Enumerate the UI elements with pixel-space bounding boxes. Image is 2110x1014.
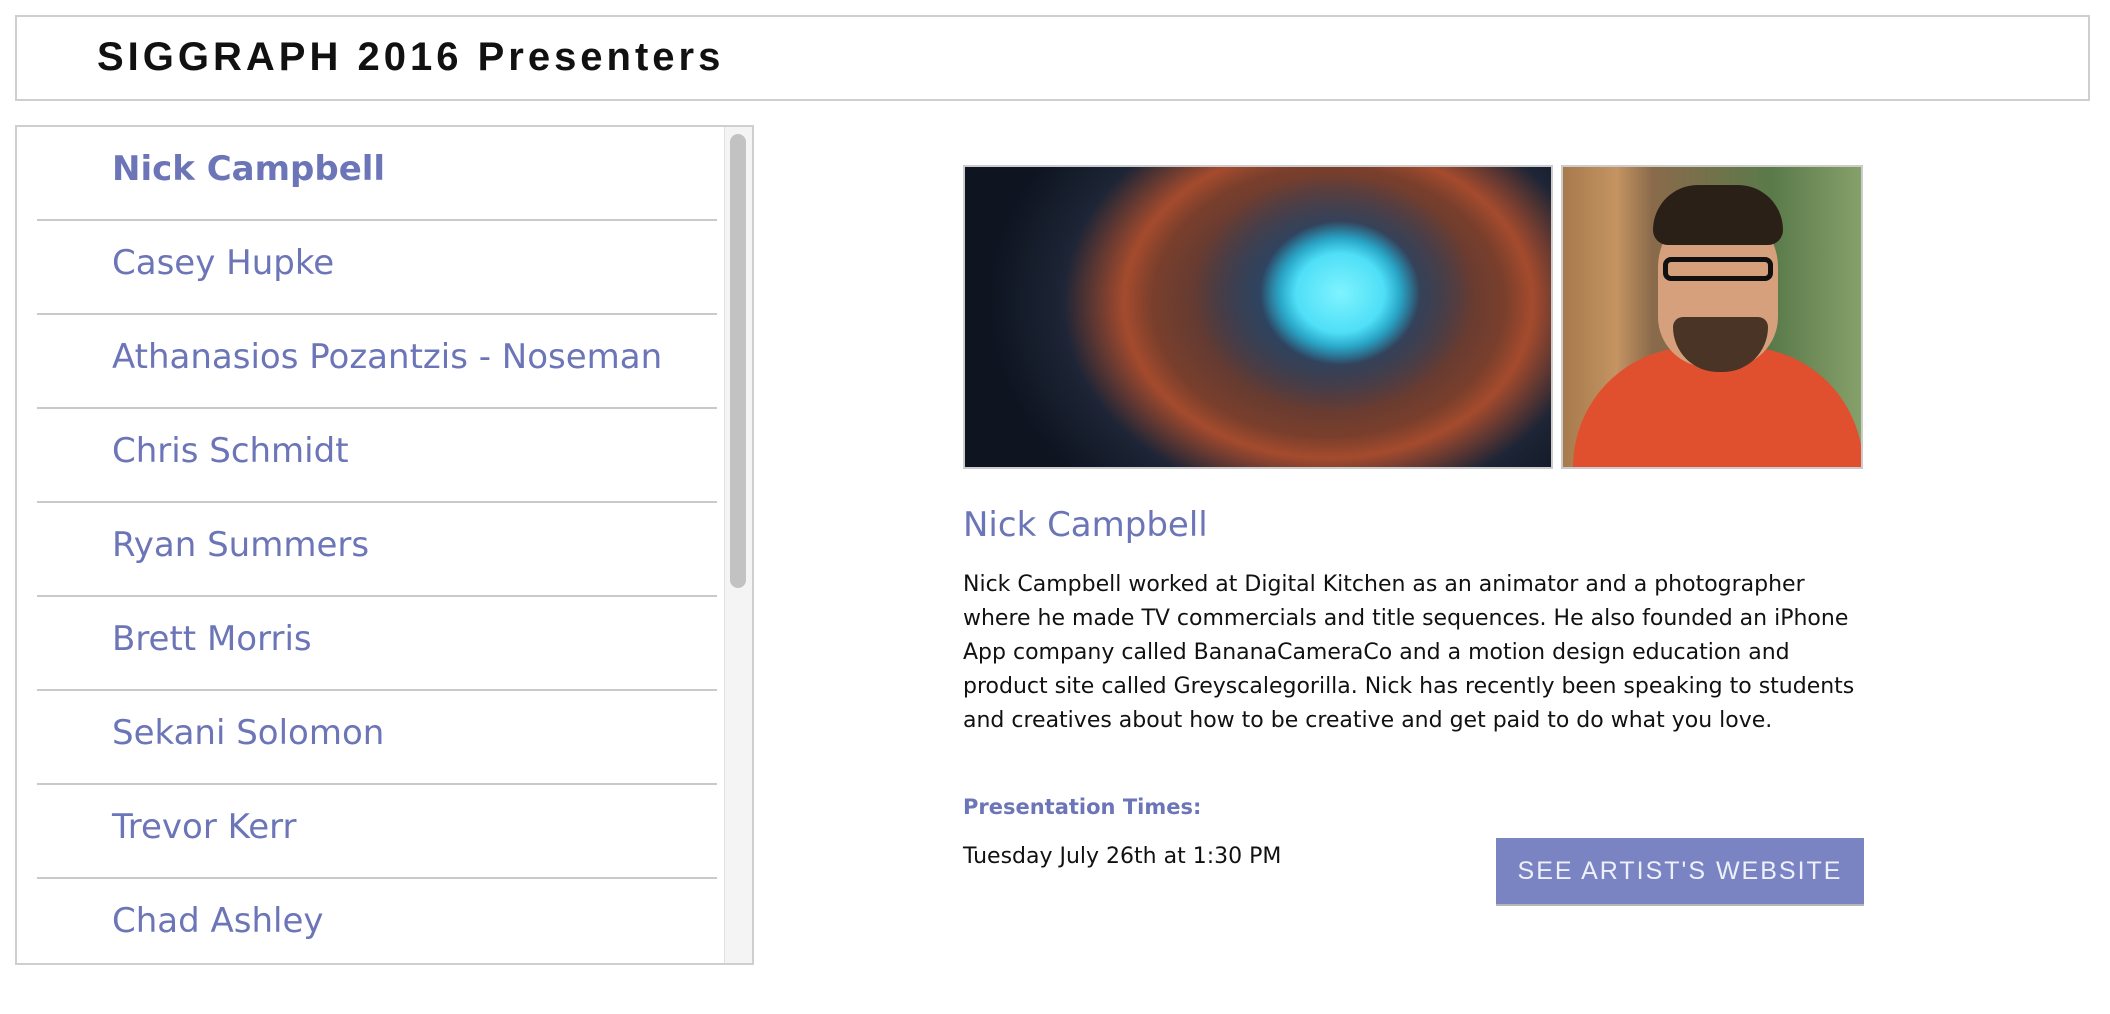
presenter-item-sekani-solomon[interactable]: Sekani Solomon (37, 691, 717, 785)
presenter-item-label: Nick Campbell (112, 149, 386, 189)
presenter-item-casey-hupke[interactable]: Casey Hupke (37, 221, 717, 315)
presenter-item-label: Chris Schmidt (112, 431, 349, 471)
presenter-item-label: Brett Morris (112, 619, 312, 659)
list-scrollbar[interactable] (724, 127, 752, 963)
presenter-item-athanasios-pozantzis[interactable]: Athanasios Pozantzis - Noseman (37, 315, 717, 409)
presenter-bio: Nick Campbell worked at Digital Kitchen … (963, 572, 1855, 733)
page-header: SIGGRAPH 2016 Presenters (15, 15, 2090, 101)
list-scrollbar-thumb[interactable] (730, 134, 746, 588)
page-title: SIGGRAPH 2016 Presenters (97, 35, 725, 79)
presenter-name: Nick Campbell (963, 505, 1208, 545)
presentation-times-label: Presentation Times: (963, 795, 1202, 819)
presenter-photo (1561, 165, 1863, 469)
presenter-item-label: Athanasios Pozantzis - Noseman (112, 337, 663, 377)
presenter-item-chris-schmidt[interactable]: Chris Schmidt (37, 409, 717, 503)
presenter-item-label: Trevor Kerr (112, 807, 297, 847)
presenter-item-ryan-summers[interactable]: Ryan Summers (37, 503, 717, 597)
presenter-item-label: Sekani Solomon (112, 713, 385, 753)
presentation-times-value: Tuesday July 26th at 1:30 PM (963, 844, 1282, 869)
presenter-list: Nick Campbell Casey Hupke Athanasios Poz… (37, 127, 717, 963)
presenter-item-trevor-kerr[interactable]: Trevor Kerr (37, 785, 717, 879)
presenter-item-label: Casey Hupke (112, 243, 335, 283)
artist-website-button[interactable]: SEE ARTIST'S WEBSITE (1496, 838, 1864, 904)
presenter-item-label: Chad Ashley (112, 901, 324, 941)
portrait-glasses (1663, 257, 1773, 281)
presenter-item-brett-morris[interactable]: Brett Morris (37, 597, 717, 691)
artwork-image (963, 165, 1553, 469)
presenter-item-nick-campbell[interactable]: Nick Campbell (37, 127, 717, 221)
presenter-list-panel[interactable]: Nick Campbell Casey Hupke Athanasios Poz… (15, 125, 754, 965)
presenter-item-label: Ryan Summers (112, 525, 370, 565)
presenter-item-chad-ashley[interactable]: Chad Ashley (37, 879, 717, 963)
portrait-hair (1653, 185, 1783, 245)
